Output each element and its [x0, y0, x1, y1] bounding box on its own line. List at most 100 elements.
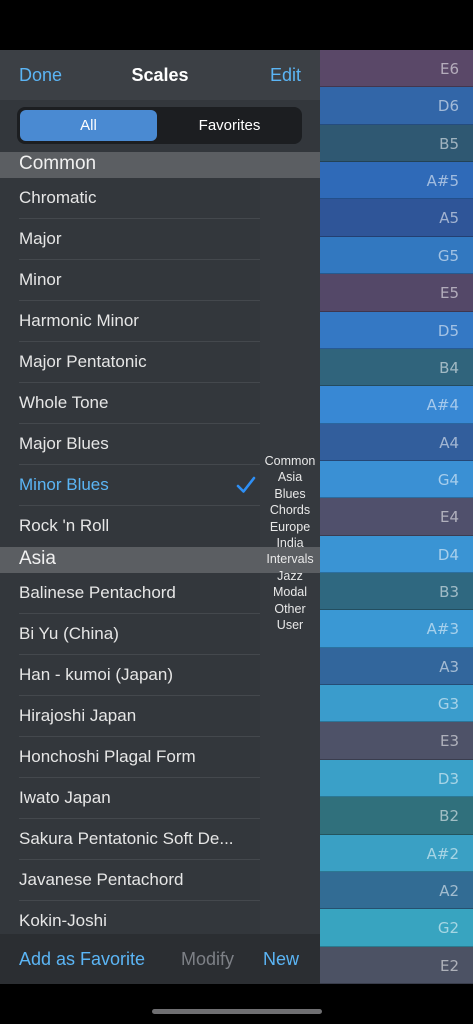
scale-row[interactable]: Whole Tone	[0, 383, 260, 424]
key-note-label: G3	[437, 695, 459, 714]
scale-row[interactable]: Sakura Pentatonic Soft De...	[0, 819, 260, 860]
scale-name: Harmonic Minor	[19, 311, 139, 330]
piano-key[interactable]: G5	[320, 236, 473, 275]
scope-segmented-control: All Favorites	[17, 107, 302, 144]
section-title: Asia	[19, 548, 56, 569]
key-note-label: A2	[439, 881, 459, 900]
piano-key[interactable]: A#4	[320, 386, 473, 424]
piano-key[interactable]: E2	[320, 946, 473, 984]
piano-key[interactable]: A#3	[320, 610, 473, 648]
key-note-label: A#4	[426, 396, 459, 415]
piano-key[interactable]: B5	[320, 124, 473, 163]
scales-panel: Done Scales Edit All Favorites Common Chr…	[0, 50, 320, 984]
key-note-label: A#2	[426, 844, 459, 863]
piano-key[interactable]: B3	[320, 573, 473, 611]
piano-key[interactable]: A#5	[320, 162, 473, 200]
scale-name: Whole Tone	[19, 393, 109, 412]
piano-key[interactable]: A5	[320, 199, 473, 237]
piano-key[interactable]: G2	[320, 909, 473, 947]
piano-key[interactable]: D5	[320, 311, 473, 349]
scale-name: Minor	[19, 270, 62, 289]
scale-name: Major Blues	[19, 434, 109, 453]
scale-row[interactable]: Minor Blues	[0, 465, 260, 506]
piano-key[interactable]: E5	[320, 274, 473, 312]
new-button[interactable]: New	[263, 949, 299, 970]
modify-button[interactable]: Modify	[181, 949, 234, 970]
add-favorite-button[interactable]: Add as Favorite	[19, 949, 145, 970]
index-item[interactable]: India	[260, 535, 320, 551]
index-item[interactable]: Chords	[260, 502, 320, 518]
section-index[interactable]: Common Asia Blues Chords Europe India Interval…	[260, 453, 320, 633]
piano-key[interactable]: E3	[320, 722, 473, 760]
scale-row[interactable]: Rock 'n Roll	[0, 506, 260, 547]
piano-key[interactable]: G3	[320, 685, 473, 723]
index-item[interactable]: Other	[260, 601, 320, 617]
scale-row[interactable]: Honchoshi Plagal Form	[0, 737, 260, 778]
piano-key[interactable]: B2	[320, 797, 473, 835]
segment-all[interactable]: All	[20, 110, 157, 141]
piano-key[interactable]: D3	[320, 759, 473, 798]
scale-row[interactable]: Hirajoshi Japan	[0, 696, 260, 737]
scale-row[interactable]: Javanese Pentachord	[0, 860, 260, 901]
piano-key[interactable]: E4	[320, 498, 473, 536]
piano-key[interactable]: E6	[320, 50, 473, 88]
piano-key[interactable]: A#2	[320, 834, 473, 872]
key-note-label: D6	[437, 97, 459, 116]
segment-favorites[interactable]: Favorites	[160, 110, 299, 141]
checkmark-icon	[236, 476, 256, 493]
home-indicator	[152, 1009, 322, 1014]
index-item[interactable]: Intervals	[260, 551, 320, 567]
index-item[interactable]: Common	[260, 453, 320, 469]
key-note-label: E5	[439, 284, 459, 303]
scale-name: Bi Yu (China)	[19, 624, 119, 643]
scale-row[interactable]: Han - kumoi (Japan)	[0, 655, 260, 696]
index-item[interactable]: User	[260, 617, 320, 633]
scale-row[interactable]: Balinese Pentachord	[0, 573, 260, 614]
scale-row[interactable]: Major Blues	[0, 424, 260, 465]
key-note-label: A3	[439, 657, 459, 676]
scale-name: Iwato Japan	[19, 788, 111, 807]
scale-name: Hirajoshi Japan	[19, 706, 137, 725]
scale-name: Javanese Pentachord	[19, 870, 184, 889]
scale-row[interactable]: Harmonic Minor	[0, 301, 260, 342]
scale-name: Kokin-Joshi	[19, 911, 107, 930]
nav-bar: Done Scales Edit	[0, 50, 320, 100]
scale-name: Major	[19, 229, 62, 248]
scale-name: Balinese Pentachord	[19, 583, 176, 602]
scale-row[interactable]: Iwato Japan	[0, 778, 260, 819]
key-note-label: G4	[437, 470, 459, 489]
key-note-label: B3	[439, 583, 459, 602]
section-title: Common	[19, 153, 97, 174]
piano-key[interactable]: D4	[320, 535, 473, 574]
key-note-label: B2	[439, 807, 459, 826]
piano-key[interactable]: A3	[320, 647, 473, 686]
index-item[interactable]: Modal	[260, 584, 320, 600]
scale-name: Rock 'n Roll	[19, 516, 110, 535]
edit-button[interactable]: Edit	[270, 65, 301, 86]
key-note-label: A#3	[426, 620, 459, 639]
piano-key[interactable]: D6	[320, 87, 473, 125]
scale-row[interactable]: Major	[0, 219, 260, 260]
key-note-label: A#5	[426, 172, 459, 191]
piano-key[interactable]: A2	[320, 871, 473, 910]
key-note-label: G2	[437, 919, 459, 938]
key-note-label: A4	[439, 433, 459, 452]
piano-key[interactable]: G4	[320, 460, 473, 499]
key-note-label: E6	[439, 60, 459, 78]
scale-row[interactable]: Minor	[0, 260, 260, 301]
scale-row[interactable]: Chromatic	[0, 178, 260, 219]
piano-key[interactable]: A4	[320, 423, 473, 461]
index-item[interactable]: Europe	[260, 519, 320, 535]
scale-row[interactable]: Bi Yu (China)	[0, 614, 260, 655]
key-note-label: E2	[439, 956, 459, 975]
piano-key[interactable]: B4	[320, 348, 473, 387]
index-item[interactable]: Blues	[260, 486, 320, 502]
scale-row[interactable]: Major Pentatonic	[0, 342, 260, 383]
index-item[interactable]: Jazz	[260, 568, 320, 584]
scale-name: Sakura Pentatonic Soft De...	[19, 829, 234, 848]
key-note-label: B5	[439, 134, 459, 153]
section-header: Common	[0, 152, 320, 178]
key-note-label: E3	[439, 732, 459, 751]
scale-name: Han - kumoi (Japan)	[19, 665, 174, 684]
index-item[interactable]: Asia	[260, 469, 320, 485]
